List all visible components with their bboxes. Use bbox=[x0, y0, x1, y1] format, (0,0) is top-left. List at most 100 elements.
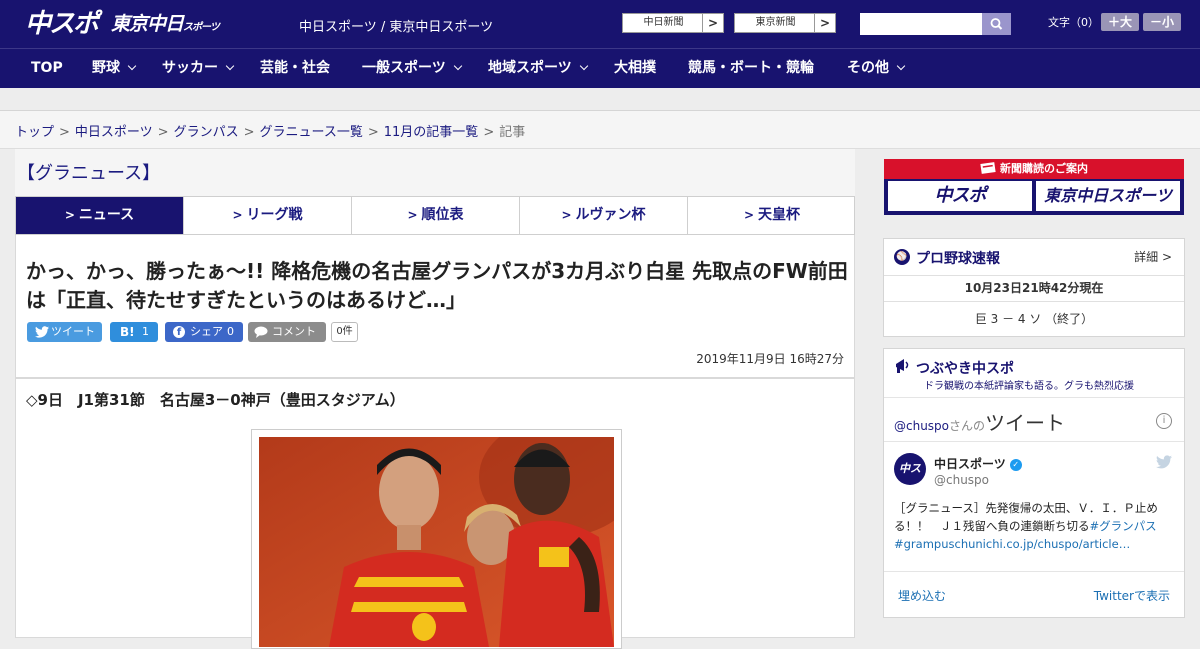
nav-local-sports[interactable]: 地域スポーツ bbox=[488, 49, 588, 88]
tokyo-logo-text: 東京中日 bbox=[111, 13, 184, 35]
divider bbox=[884, 441, 1184, 442]
breadcrumb-link[interactable]: トップ bbox=[15, 125, 54, 140]
twitter-widget-subtitle: ドラ観戦の本紙評論家も語る。グラも熱烈応援 bbox=[924, 381, 1134, 392]
subscription-ad-label: 新聞購読のご案内 bbox=[1000, 162, 1088, 175]
chevron-right-icon: > bbox=[561, 208, 572, 222]
divider bbox=[884, 397, 1184, 398]
nav-sumo[interactable]: 大相撲 bbox=[614, 49, 656, 88]
info-icon[interactable]: i bbox=[1156, 413, 1172, 429]
twitter-widget-title: つぶやき中スポ bbox=[916, 361, 1014, 377]
view-on-twitter-link[interactable]: Twitterで表示 bbox=[1094, 587, 1170, 604]
font-size-up-button[interactable]: ＋大 bbox=[1101, 13, 1139, 31]
breadcrumb-link[interactable]: グランパス bbox=[174, 125, 239, 140]
chevron-right-icon: > bbox=[232, 208, 243, 222]
avatar[interactable]: 中スポ bbox=[894, 453, 926, 507]
search-button[interactable] bbox=[982, 13, 1011, 35]
spacer-strip bbox=[0, 88, 1200, 111]
nav-label: その他 bbox=[847, 60, 889, 76]
tokyo-shimbun-link[interactable]: 東京新聞 > bbox=[734, 13, 836, 33]
tweet-url-link[interactable]: #grampuschunichi.co.jp/chuspo/article… bbox=[894, 537, 1130, 551]
site-header: 中スポ 東京中日スポーツ 中日スポーツ / 東京中日スポーツ 中日新聞 > 東京… bbox=[0, 0, 1200, 48]
divider bbox=[884, 571, 1184, 572]
nav-entertainment[interactable]: 芸能・社会 bbox=[260, 49, 330, 88]
nav-label: TOP bbox=[31, 60, 63, 76]
font-size-down-button[interactable]: －小 bbox=[1143, 13, 1181, 31]
nav-general-sports[interactable]: 一般スポーツ bbox=[362, 49, 462, 88]
nav-other[interactable]: その他 bbox=[847, 49, 906, 88]
tab-levain-cup[interactable]: > ルヴァン杯 bbox=[520, 197, 688, 234]
tweet-button[interactable]: ツイート bbox=[27, 322, 102, 342]
tweet-author-name[interactable]: 中日スポーツ ✓ bbox=[934, 455, 1022, 472]
subscription-ad[interactable]: 新聞購読のご案内 中スポ 東京中日スポーツ bbox=[884, 159, 1184, 215]
tweet-text: ［グラニュース］先発復帰の太田、Ｖ．Ｉ．Ｐ止める！！ Ｊ１残留へ負の連鎖断ち切る… bbox=[894, 499, 1176, 553]
article-photo[interactable] bbox=[259, 437, 614, 647]
comment-button[interactable]: コメント bbox=[248, 322, 326, 342]
article-header: かっ、かっ、勝ったぁ～!! 降格危機の名古屋グランパスが3カ月ぶり白星 先取点の… bbox=[15, 235, 855, 378]
chevron-right-icon: > bbox=[702, 14, 723, 32]
baseball-details-link[interactable]: 詳細 > bbox=[1134, 248, 1172, 265]
chevron-down-icon bbox=[225, 61, 235, 71]
nav-top[interactable]: TOP bbox=[31, 49, 63, 88]
nav-label: 野球 bbox=[92, 60, 120, 76]
megaphone-icon bbox=[896, 359, 909, 373]
breadcrumb-link[interactable]: 中日スポーツ bbox=[75, 125, 153, 140]
comment-count: 0件 bbox=[331, 322, 358, 342]
tab-label: ルヴァン杯 bbox=[575, 207, 646, 223]
nav-racing[interactable]: 競馬・ボート・競輪 bbox=[688, 49, 814, 88]
baseball-widget-title: プロ野球速報 bbox=[916, 251, 1000, 267]
twitter-widget: つぶやき中スポ ドラ観戦の本紙評論家も語る。グラも熱烈応援 @chuspoさんの… bbox=[883, 348, 1185, 618]
font-size-label: 文字（0） bbox=[1048, 16, 1099, 29]
ad-chuspo-logo[interactable]: 中スポ bbox=[888, 181, 1032, 211]
chunichi-shimbun-link[interactable]: 中日新聞 > bbox=[622, 13, 724, 33]
chuspo-logo[interactable]: 中スポ bbox=[25, 7, 99, 41]
newspaper-icon bbox=[980, 162, 996, 174]
facebook-icon: f bbox=[173, 326, 185, 338]
tokyo-chunichi-logo[interactable]: 東京中日スポーツ bbox=[111, 10, 220, 42]
breadcrumb: トップ > 中日スポーツ > グランパス > グラニュース一覧 >11月の記事一覧 > 記事 bbox=[15, 121, 525, 140]
ad-tokyo-chunichi-logo[interactable]: 東京中日スポーツ bbox=[1036, 181, 1180, 211]
tab-news[interactable]: > ニュース bbox=[16, 197, 184, 234]
article-headline: かっ、かっ、勝ったぁ～!! 降格危機の名古屋グランパスが3カ月ぶり白星 先取点の… bbox=[26, 259, 848, 312]
match-info: ◇9日 J1第31節 名古屋3－0神戸（豊田スタジアム） bbox=[26, 391, 405, 409]
breadcrumb-link[interactable]: グラニュース一覧 bbox=[260, 125, 363, 140]
breadcrumb-separator: > bbox=[367, 125, 379, 140]
chunichi-shimbun-label: 中日新聞 bbox=[643, 17, 684, 28]
baseball-timestamp: 10月23日21時42分現在 bbox=[884, 275, 1184, 302]
tab-standings[interactable]: > 順位表 bbox=[352, 197, 520, 234]
article-photo-frame bbox=[251, 429, 622, 649]
tab-emperors-cup[interactable]: > 天皇杯 bbox=[688, 197, 856, 234]
baseball-widget-header: ⚾ プロ野球速報 詳細 > bbox=[884, 239, 1184, 276]
breadcrumb-separator: > bbox=[157, 125, 169, 140]
twitter-bird-icon[interactable] bbox=[1156, 455, 1172, 469]
tweet-hashtag-link[interactable]: #グランパス bbox=[1090, 519, 1157, 533]
chevron-down-icon bbox=[453, 61, 462, 71]
embed-link[interactable]: 埋め込む bbox=[898, 587, 946, 604]
tweet-label: ツイート bbox=[51, 325, 95, 338]
hatena-bookmark-button[interactable]: B! 1 bbox=[110, 322, 158, 342]
subscription-ad-title: 新聞購読のご案内 bbox=[884, 159, 1184, 179]
timeline-heading: @chuspoさんのツイート bbox=[894, 407, 1065, 436]
search-input[interactable] bbox=[860, 13, 982, 35]
nav-label: サッカー bbox=[162, 60, 218, 76]
nav-baseball[interactable]: 野球 bbox=[92, 49, 137, 88]
facebook-share-button[interactable]: f シェア 0 bbox=[165, 322, 243, 342]
main-content: 【グラニュース】 > ニュース > リーグ戦 > 順位表 > ルヴァン杯 > 天皇杯 かっ… bbox=[15, 149, 856, 649]
breadcrumb-link[interactable]: 11月の記事一覧 bbox=[384, 125, 479, 140]
tweet-author-handle[interactable]: @chuspo bbox=[934, 473, 989, 487]
soccer-players-image bbox=[259, 437, 614, 647]
chevron-right-icon: > bbox=[64, 208, 75, 222]
baseball-score[interactable]: 巨 3 － 4 ソ （終了） bbox=[884, 302, 1184, 336]
article-body: ◇9日 J1第31節 名古屋3－0神戸（豊田スタジアム） bbox=[15, 378, 855, 649]
tab-label: ニュース bbox=[78, 207, 135, 223]
facebook-share-label: シェア bbox=[190, 325, 223, 338]
tweet-author-label: 中日スポーツ bbox=[934, 457, 1006, 471]
nav-soccer[interactable]: サッカー bbox=[162, 49, 235, 88]
nav-label: 地域スポーツ bbox=[488, 60, 572, 76]
baseball-scores-widget: ⚾ プロ野球速報 詳細 > 10月23日21時42分現在 巨 3 － 4 ソ （… bbox=[883, 238, 1185, 337]
nav-label: 芸能・社会 bbox=[260, 60, 330, 76]
chevron-down-icon bbox=[127, 61, 137, 71]
timeline-handle-link[interactable]: @chuspo bbox=[894, 419, 949, 433]
tab-label: リーグ戦 bbox=[246, 207, 303, 223]
tab-league[interactable]: > リーグ戦 bbox=[184, 197, 352, 234]
chevron-down-icon bbox=[896, 61, 906, 71]
